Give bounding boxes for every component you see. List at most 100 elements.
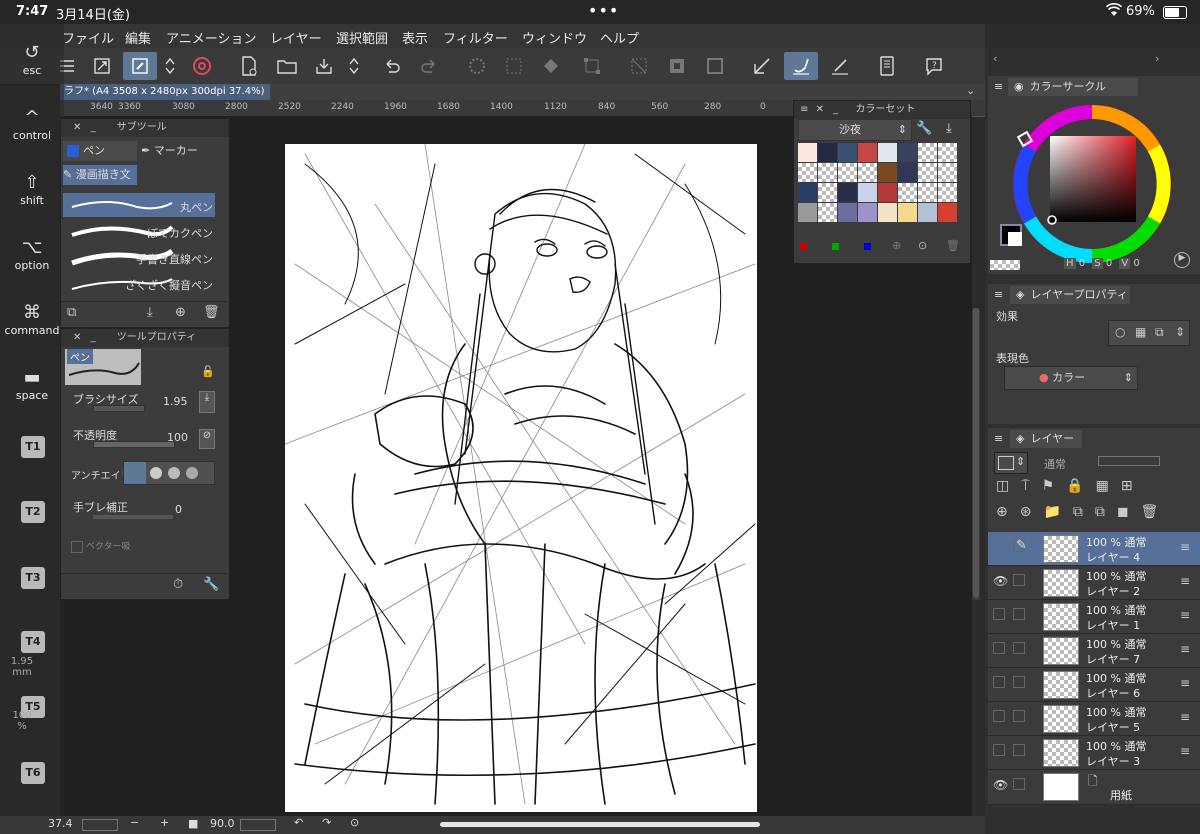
new-folder-icon[interactable]: 📁: [1043, 504, 1072, 520]
device-icon[interactable]: [870, 52, 904, 80]
layer-row[interactable]: 100 % 通常 レイヤー 6 ≡: [988, 668, 1200, 702]
layer-visibility-box[interactable]: [993, 710, 1005, 722]
layer-lock-box[interactable]: [1013, 744, 1025, 756]
brush-item-zakuzaku[interactable]: ざくざく擬音ペン: [63, 271, 215, 295]
zoom-slider[interactable]: [82, 819, 118, 831]
help-bubble-icon[interactable]: ?: [917, 52, 951, 80]
chevron-down-icon[interactable]: ⌄: [966, 84, 975, 97]
stabilization-value[interactable]: 0: [175, 503, 182, 516]
control-key[interactable]: ^ control: [0, 107, 64, 142]
mask-icon[interactable]: ⊞: [1121, 478, 1145, 494]
multitask-dots-icon[interactable]: •••: [588, 1, 619, 20]
layer-visibility-box[interactable]: [993, 676, 1005, 688]
layer-row[interactable]: 👁 100 % 通常 レイヤー 2 ≡: [988, 566, 1200, 600]
fullscreen-icon[interactable]: [85, 52, 119, 80]
new-vector-layer-icon[interactable]: ⊛: [1020, 504, 1044, 520]
layer-menu-icon[interactable]: ≡: [1180, 744, 1190, 758]
fill-icon[interactable]: [534, 52, 568, 80]
rotation-slider[interactable]: [240, 819, 276, 831]
tkey-t6[interactable]: T6: [21, 762, 45, 784]
color-set-select[interactable]: 沙夜 ⇕: [798, 119, 912, 141]
brush-item-botekaku[interactable]: ぼてカクペン: [63, 219, 215, 243]
lock-icon[interactable]: 🔒: [1066, 478, 1095, 494]
eyedropper-add-icon[interactable]: ⊙: [918, 239, 927, 252]
pen-snap-icon[interactable]: [823, 52, 857, 80]
color-circle-tab[interactable]: ◉ カラーサークル: [1008, 78, 1138, 96]
wrench-icon[interactable]: 🔧: [916, 121, 932, 136]
layer-lock-box[interactable]: [1013, 778, 1025, 790]
menu-file[interactable]: ファイル: [62, 28, 114, 47]
import-icon[interactable]: ⤓: [147, 305, 153, 320]
add-subtool-icon[interactable]: ⊕: [175, 305, 186, 320]
antialias-selector[interactable]: [123, 461, 215, 485]
invert-selection-icon[interactable]: [660, 52, 694, 80]
brush-snap-icon[interactable]: [784, 52, 818, 80]
brush-item-maru[interactable]: 丸ペン: [63, 193, 215, 217]
layer-visibility-box[interactable]: [993, 744, 1005, 756]
trash-icon[interactable]: 🗑: [1141, 504, 1171, 520]
drag-handle-icon[interactable]: ≡: [800, 104, 808, 115]
subtool-tab-pen[interactable]: ペン: [63, 141, 137, 161]
updown-arrows-icon[interactable]: [156, 52, 184, 80]
download-icon[interactable]: ⤓: [946, 121, 952, 136]
subtool-tab-marker[interactable]: ✒ マーカー: [141, 141, 225, 161]
layer-menu-icon[interactable]: ≡: [1180, 642, 1190, 656]
layer-row[interactable]: 100 % 通常 レイヤー 3 ≡: [988, 736, 1200, 770]
layer-lock-box[interactable]: [1013, 710, 1025, 722]
eye-icon[interactable]: 👁: [993, 574, 1008, 588]
space-key[interactable]: ▬ space: [0, 367, 64, 402]
blend-mode-select[interactable]: 通常: [1044, 456, 1066, 472]
home-indicator[interactable]: [440, 822, 760, 827]
zoom-in-icon[interactable]: +: [160, 816, 169, 829]
transfer-icon[interactable]: ⧉: [1095, 504, 1117, 520]
draft-layer-icon[interactable]: ⍑: [1021, 478, 1041, 494]
loading-spinner-icon[interactable]: [460, 52, 494, 80]
zoom-out-icon[interactable]: −: [130, 816, 139, 829]
zoom-value[interactable]: 37.4: [48, 817, 73, 830]
drag-handle-icon[interactable]: ≡: [994, 432, 1003, 445]
subtool-group-manga[interactable]: ✎ 漫画描き文: [63, 165, 137, 185]
new-file-icon[interactable]: [232, 52, 266, 80]
drag-handle-icon[interactable]: ≡: [994, 80, 1003, 93]
layer-opacity-slider[interactable]: [1098, 456, 1160, 466]
layer-property-tab[interactable]: ◈ レイヤープロパティ: [1010, 286, 1130, 304]
drag-handle-icon[interactable]: ≡: [994, 288, 1003, 301]
minimize-icon[interactable]: _: [91, 332, 96, 343]
esc-key[interactable]: ↺ esc: [0, 42, 64, 77]
layer-row[interactable]: 100 % 通常 レイヤー 5 ≡: [988, 702, 1200, 736]
reset-rotation-icon[interactable]: ⊙: [350, 816, 359, 829]
new-raster-layer-icon[interactable]: ⊕: [996, 504, 1020, 520]
sub-color-swatch[interactable]: [1008, 232, 1022, 246]
drawing-canvas[interactable]: [284, 143, 757, 812]
menu-edit[interactable]: 編集: [125, 28, 151, 47]
color-swatch-grid[interactable]: [798, 143, 962, 225]
reference-layer-icon[interactable]: ◫: [996, 478, 1021, 494]
layer-lock-box[interactable]: [1013, 642, 1025, 654]
transparent-color-swatch[interactable]: [990, 260, 1020, 270]
fit-icon[interactable]: ■: [188, 817, 198, 830]
tkey-t2[interactable]: T2: [21, 501, 45, 523]
menu-selection[interactable]: 選択範囲: [336, 28, 388, 47]
timer-icon[interactable]: ⏱: [173, 577, 183, 592]
menu-layer[interactable]: レイヤー: [270, 28, 322, 47]
brush-size-dropdown-icon[interactable]: ⤓: [199, 391, 215, 413]
wrench-icon[interactable]: 🔧: [203, 577, 219, 592]
opacity-slider[interactable]: [93, 441, 175, 448]
layer-row[interactable]: 100 % 通常 レイヤー 7 ≡: [988, 634, 1200, 668]
command-key[interactable]: ⌘ command: [0, 302, 64, 337]
deselect-icon[interactable]: [622, 52, 656, 80]
option-key[interactable]: ⌥ option: [0, 237, 64, 272]
clip-icon[interactable]: ⚑: [1042, 478, 1067, 494]
menu-filter[interactable]: フィルター: [443, 28, 508, 47]
opacity-link-icon[interactable]: ⊘: [199, 429, 215, 449]
hue-ring[interactable]: [1010, 102, 1174, 266]
close-icon[interactable]: ✕: [73, 332, 81, 343]
open-folder-icon[interactable]: [270, 52, 304, 80]
layer-menu-icon[interactable]: ≡: [1180, 676, 1190, 690]
trash-icon[interactable]: 🗑: [203, 305, 220, 320]
play-circle-icon[interactable]: ▶: [1174, 252, 1190, 268]
merge-down-icon[interactable]: ⧉: [1073, 504, 1095, 520]
eye-icon[interactable]: 👁: [993, 778, 1008, 792]
layer-menu-icon[interactable]: ≡: [1180, 574, 1190, 588]
document-tab[interactable]: ラフ* (A4 3508 x 2480px 300dpi 37.4%): [60, 84, 270, 100]
